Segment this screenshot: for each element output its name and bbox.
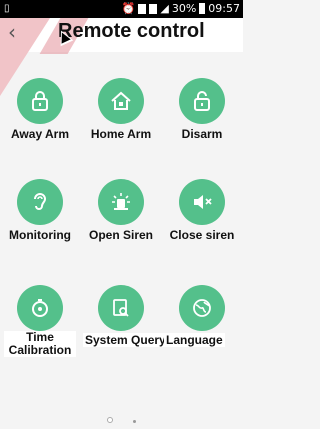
monitoring-label: Monitoring (9, 228, 71, 242)
language-circle (179, 285, 225, 331)
mute-icon (194, 195, 212, 209)
query-icon (113, 299, 129, 317)
close-siren-circle (179, 179, 225, 225)
open-siren-label: Open Siren (88, 228, 153, 242)
monitoring-button[interactable]: Monitoring (0, 179, 80, 242)
disarm-circle (179, 78, 225, 124)
close-siren-label: Close siren (169, 228, 235, 242)
home-lock-icon (111, 91, 131, 110)
away-arm-button[interactable]: Away Arm (0, 78, 80, 141)
siren-icon (112, 193, 130, 210)
sim-icon (149, 3, 158, 14)
battery-percent: 30% (171, 2, 197, 15)
status-time: 09:57 (208, 2, 240, 15)
home-arm-button[interactable]: Home Arm (81, 78, 161, 141)
page-dot-1[interactable] (106, 417, 113, 423)
status-icons: ⏰ ◢ 30% 09:57 (122, 2, 240, 15)
home-arm-circle (98, 78, 144, 124)
stopwatch-icon (32, 299, 48, 317)
signal-icon: ◢ (160, 2, 169, 15)
system-query-button[interactable] (81, 285, 161, 331)
alarm-icon: ⏰ (121, 2, 136, 15)
close-siren-button[interactable]: Close siren (162, 179, 242, 242)
phone-outline-icon: ▯ (4, 3, 10, 14)
status-bar: ▯ ⏰ ◢ 30% 09:57 (0, 0, 243, 18)
monitoring-circle (17, 179, 63, 225)
open-siren-circle (98, 179, 144, 225)
disarm-label: Disarm (181, 127, 223, 141)
language-button[interactable] (162, 285, 242, 331)
language-label: Language (164, 333, 225, 347)
page-indicator (0, 410, 243, 428)
chevron-left-icon: ‹ (8, 20, 16, 44)
open-siren-button[interactable]: Open Siren (81, 179, 161, 242)
ear-icon (34, 193, 47, 210)
home-arm-label: Home Arm (90, 127, 152, 141)
system-query-label: System Query (83, 333, 168, 347)
time-calibration-button[interactable] (0, 285, 80, 331)
back-button[interactable]: ‹ (8, 20, 16, 44)
time-calibration-circle (17, 285, 63, 331)
notification-icon (138, 3, 147, 14)
page-dot-2[interactable] (133, 420, 137, 423)
away-arm-circle (17, 78, 63, 124)
system-query-circle (98, 285, 144, 331)
lock-icon (32, 91, 48, 111)
page-title: Remote control (58, 20, 205, 42)
battery-icon (199, 3, 206, 14)
globe-icon (193, 299, 211, 317)
unlock-icon (194, 91, 210, 111)
disarm-button[interactable]: Disarm (162, 78, 242, 141)
time-calibration-label: Time Calibration (4, 331, 76, 357)
away-arm-label: Away Arm (10, 127, 70, 141)
